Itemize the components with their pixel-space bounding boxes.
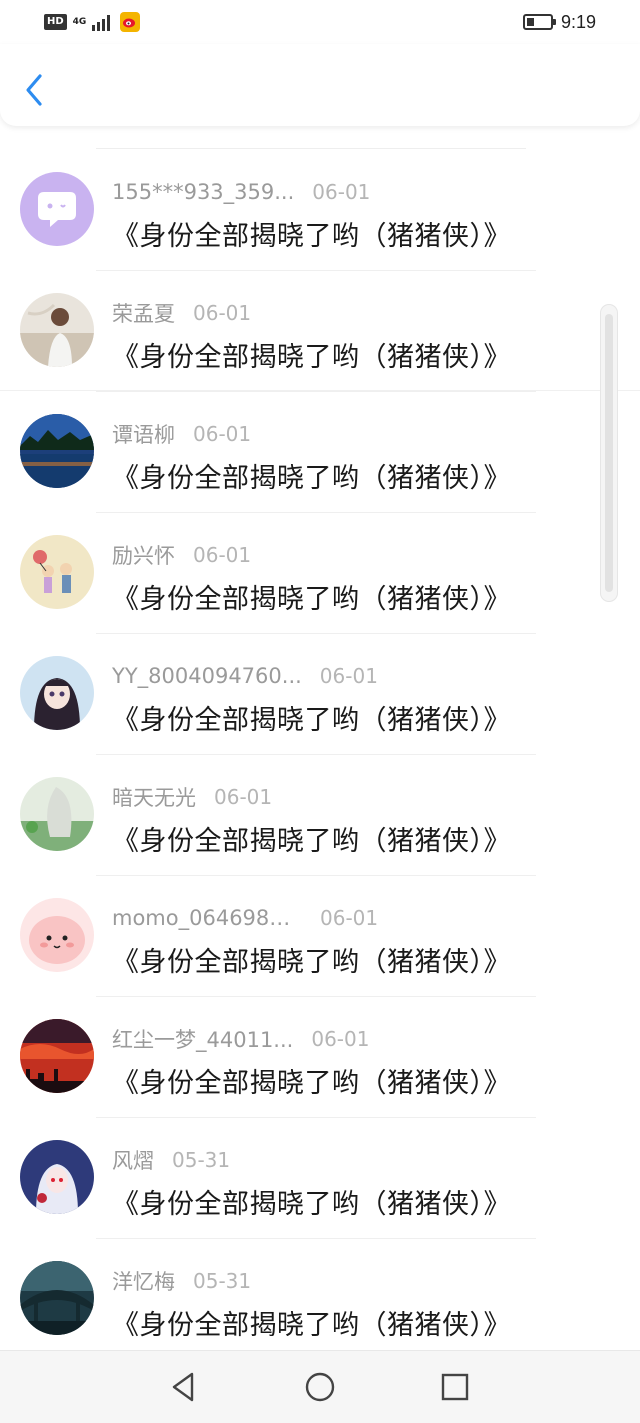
date: 06-01 xyxy=(312,180,371,204)
network-type-label: 4G xyxy=(72,17,87,27)
date: 06-01 xyxy=(193,543,252,567)
lake-avatar-image xyxy=(20,414,94,488)
item-meta: momo_0646988... 06-01 xyxy=(112,903,378,933)
username[interactable]: 洋忆梅 xyxy=(112,1266,175,1296)
clock: 9:19 xyxy=(560,11,596,32)
date: 05-31 xyxy=(172,1148,231,1172)
list-item[interactable]: momo_0646988... 06-01 《身份全部揭晓了哟（猪猪侠）》 xyxy=(0,876,640,997)
battery-icon xyxy=(522,14,556,30)
avatar[interactable] xyxy=(20,172,94,246)
item-meta: 红尘一梦_44011... 06-01 xyxy=(112,1024,369,1054)
scrollbar-thumb[interactable] xyxy=(605,314,613,592)
item-title[interactable]: 《身份全部揭晓了哟（猪猪侠）》 xyxy=(112,1182,511,1221)
divider xyxy=(96,148,526,149)
item-meta: YY_8004094760... 06-01 xyxy=(112,661,378,691)
date: 06-01 xyxy=(193,422,252,446)
item-title[interactable]: 《身份全部揭晓了哟（猪猪侠）》 xyxy=(112,819,511,858)
list-item[interactable]: 风熠 05-31 《身份全部揭晓了哟（猪猪侠）》 xyxy=(0,1118,640,1239)
item-title[interactable]: 《身份全部揭晓了哟（猪猪侠）》 xyxy=(112,335,511,374)
list-item[interactable]: 洋忆梅 05-31 《身份全部揭晓了哟（猪猪侠）》 xyxy=(0,1239,640,1350)
item-meta: 风熠 05-31 xyxy=(112,1145,230,1175)
square-recents-icon xyxy=(441,1373,469,1401)
triangle-back-icon xyxy=(172,1372,194,1402)
back-button[interactable] xyxy=(18,70,50,110)
signal-icon xyxy=(92,15,111,31)
chevron-left-icon xyxy=(26,74,42,106)
photo-avatar-image xyxy=(20,293,94,367)
item-title[interactable]: 《身份全部揭晓了哟（猪猪侠）》 xyxy=(112,1061,511,1100)
list-item[interactable]: 励兴怀 06-01 《身份全部揭晓了哟（猪猪侠）》 xyxy=(0,513,640,634)
avatar[interactable] xyxy=(20,414,94,488)
list-item[interactable]: YY_8004094760... 06-01 《身份全部揭晓了哟（猪猪侠）》 xyxy=(0,634,640,755)
item-meta: 155***933_359... 06-01 xyxy=(112,177,370,207)
username[interactable]: 红尘一梦_44011... xyxy=(112,1024,293,1054)
date: 06-01 xyxy=(193,301,252,325)
item-meta: 谭语柳 06-01 xyxy=(112,419,251,449)
item-title[interactable]: 《身份全部揭晓了哟（猪猪侠）》 xyxy=(112,577,511,616)
circle-home-icon xyxy=(305,1372,335,1402)
scrollbar[interactable] xyxy=(600,304,618,602)
username[interactable]: 谭语柳 xyxy=(112,419,175,449)
item-title[interactable]: 《身份全部揭晓了哟（猪猪侠）》 xyxy=(112,456,511,495)
status-left: HD 4G xyxy=(44,10,141,34)
nav-home-button[interactable] xyxy=(302,1369,338,1405)
item-meta: 励兴怀 06-01 xyxy=(112,540,251,570)
username[interactable]: momo_0646988... xyxy=(112,906,302,930)
comment-list[interactable]: 155***933_359... 06-01 《身份全部揭晓了哟（猪猪侠）》 荣… xyxy=(0,126,640,1350)
green-scene-image xyxy=(20,777,94,851)
date: 05-31 xyxy=(193,1269,252,1293)
avatar[interactable] xyxy=(20,1140,94,1214)
weibo-app-icon xyxy=(120,12,141,32)
bridge-image xyxy=(20,1261,94,1335)
nav-recents-button[interactable] xyxy=(437,1369,473,1405)
anime-character-image xyxy=(20,1140,94,1214)
anime-girl-image xyxy=(20,656,94,730)
red-sky-image xyxy=(20,1019,94,1093)
list-item[interactable]: 155***933_359... 06-01 《身份全部揭晓了哟（猪猪侠）》 xyxy=(0,150,640,271)
item-meta: 荣孟夏 06-01 xyxy=(112,298,251,328)
item-title[interactable]: 《身份全部揭晓了哟（猪猪侠）》 xyxy=(112,1303,511,1342)
item-meta: 暗天无光 06-01 xyxy=(112,782,272,812)
status-bar: HD 4G 9:19 xyxy=(0,0,640,44)
username[interactable]: 荣孟夏 xyxy=(112,298,175,328)
avatar[interactable] xyxy=(20,293,94,367)
date: 06-01 xyxy=(320,906,379,930)
username[interactable]: 155***933_359... xyxy=(112,180,294,204)
avatar[interactable] xyxy=(20,898,94,972)
date: 06-01 xyxy=(311,1027,370,1051)
username[interactable]: 励兴怀 xyxy=(112,540,175,570)
date: 06-01 xyxy=(319,664,378,688)
item-title[interactable]: 《身份全部揭晓了哟（猪猪侠）》 xyxy=(112,940,511,979)
chat-bubble-icon xyxy=(20,172,94,246)
avatar[interactable] xyxy=(20,656,94,730)
list-item[interactable]: 红尘一梦_44011... 06-01 《身份全部揭晓了哟（猪猪侠）》 xyxy=(0,997,640,1118)
list-item[interactable]: 暗天无光 06-01 《身份全部揭晓了哟（猪猪侠）》 xyxy=(0,755,640,876)
hd-badge: HD xyxy=(44,14,67,30)
avatar[interactable] xyxy=(20,535,94,609)
username[interactable]: 风熠 xyxy=(112,1145,154,1175)
nav-back-button[interactable] xyxy=(166,1369,202,1405)
system-nav-bar xyxy=(0,1350,640,1423)
item-meta: 洋忆梅 05-31 xyxy=(112,1266,251,1296)
item-title[interactable]: 《身份全部揭晓了哟（猪猪侠）》 xyxy=(112,698,511,737)
date: 06-01 xyxy=(214,785,273,809)
avatar[interactable] xyxy=(20,1261,94,1335)
cartoon-couple-image xyxy=(20,535,94,609)
item-title[interactable]: 《身份全部揭晓了哟（猪猪侠）》 xyxy=(112,214,511,253)
network-indicator: 4G xyxy=(73,17,87,27)
status-right: 9:19 xyxy=(522,10,596,34)
avatar[interactable] xyxy=(20,1019,94,1093)
pink-blob-image xyxy=(20,898,94,972)
avatar[interactable] xyxy=(20,777,94,851)
list-item[interactable]: 谭语柳 06-01 《身份全部揭晓了哟（猪猪侠）》 xyxy=(0,392,640,513)
username[interactable]: YY_8004094760... xyxy=(112,664,302,688)
username[interactable]: 暗天无光 xyxy=(112,782,196,812)
list-item[interactable]: 荣孟夏 06-01 《身份全部揭晓了哟（猪猪侠）》 xyxy=(0,271,640,392)
top-app-bar xyxy=(0,44,640,126)
